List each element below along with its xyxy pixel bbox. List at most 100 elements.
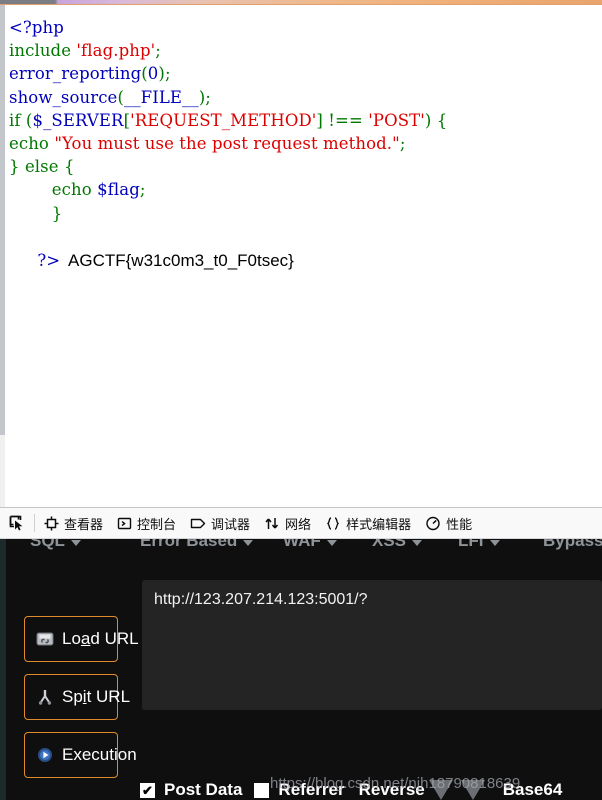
code-token: echo [9,180,98,200]
chevron-down-icon [326,539,337,546]
hackbar-menu-error-based-label: Error Based [140,539,238,550]
tab-network-label: 网络 [285,516,312,532]
tab-debugger-label: 调试器 [211,516,251,532]
code-token: ) { [424,110,448,130]
code-line: echo "You must use the post request meth… [9,132,447,155]
code-line: show_source(__FILE__); [9,86,447,109]
hackbar-menu-error-based[interactable]: Error Based [140,539,254,551]
code-line: if ($_SERVER['REQUEST_METHOD'] !== 'POST… [9,109,447,132]
code-token: } [9,203,63,223]
performance-icon [425,516,441,531]
network-icon [264,516,280,531]
code-token: show_source [9,87,118,107]
hackbar-menu-sql-label: SQL [30,539,65,550]
inspector-icon [44,516,59,531]
load-url-button[interactable]: Load URL [24,616,139,662]
execution-icon [35,746,55,764]
code-token: ; [139,180,146,200]
code-line: } else { [9,155,447,178]
code-line: echo $flag; [9,178,447,201]
code-token: <?php [9,18,64,37]
code-token: 'REQUEST_METHOD' [130,110,317,130]
code-line: include 'flag.php'; [9,39,447,62]
screenshot-root: <?php include 'flag.php'; error_reporting(… [0,0,602,800]
chevron-down-icon [70,539,81,546]
post-data-label: Post Data [164,780,243,799]
code-token: include [9,41,77,61]
php-closing-tag: ?> [37,251,61,270]
code-token: echo [9,134,55,154]
debugger-icon [190,516,206,531]
code-token: __FILE__ [123,87,199,107]
tab-style-editor-label: 样式编辑器 [346,516,412,532]
hackbar-menu-lfi[interactable]: LFI [458,539,500,551]
content-scrollbar-thumb[interactable] [0,5,5,435]
code-line: error_reporting(0); [9,62,447,85]
hackbar-menu-lfi-label: LFI [458,539,484,550]
tab-style-editor[interactable]: 样式编辑器 [318,507,418,539]
hackbar-menu-waf[interactable]: WAF [283,539,337,551]
style-editor-icon [325,516,341,531]
code-token: error_reporting [9,64,142,84]
code-token: 'POST' [368,110,425,130]
code-line: <?php [9,16,447,39]
reverse-dropdown-label[interactable]: Reverse [359,780,425,800]
chevron-down-icon[interactable] [460,780,485,800]
hackbar-panel: SQL Error Based WAF XSS LFI Bypasse [0,539,602,800]
post-data-checkbox[interactable]: ✔ [140,782,155,798]
code-token: 'flag.php' [76,41,156,61]
tab-console[interactable]: 控制台 [110,507,183,539]
hackbar-menu-xss-label: XSS [372,539,407,550]
referrer-label: Referrer [278,780,345,799]
code-line: } [9,202,447,225]
hackbar-menu-bypasses-label: Bypasse [543,539,602,550]
tab-console-label: 控制台 [137,516,177,532]
browser-content-pane: <?php include 'flag.php'; error_reporting(… [0,5,602,507]
code-token: ; [399,134,406,154]
execution-button[interactable]: Execution [24,732,137,778]
tab-debugger[interactable]: 调试器 [183,507,257,539]
tab-network[interactable]: 网络 [257,507,318,539]
tab-inspector[interactable]: 查看器 [37,507,110,539]
element-picker-icon[interactable] [0,507,34,539]
code-token: ); [198,87,211,107]
code-token: ] !== [316,110,369,130]
split-url-icon [35,688,55,706]
code-token: 0 [147,64,159,84]
flag-output-line: ?> AGCTF{w31c0m3_t0_F0tsec} [9,225,294,297]
hackbar-menu-sql[interactable]: SQL [30,539,81,551]
url-input[interactable]: http://123.207.214.123:5001/? [142,580,602,710]
php-source-code: <?php include 'flag.php'; error_reporting(… [9,16,447,225]
tab-performance-label: 性能 [446,516,473,532]
tab-performance[interactable]: 性能 [418,507,479,539]
hackbar-menu-row: SQL Error Based WAF XSS LFI Bypasse [0,539,602,561]
hackbar-menu-waf-label: WAF [283,539,321,550]
split-url-button-label: Spit URL [62,687,131,706]
code-token: if ( [9,110,33,130]
hackbar-menu-xss[interactable]: XSS [372,539,423,551]
console-icon [117,516,132,531]
split-url-button[interactable]: Spit URL [24,674,130,720]
hackbar-options-row: ✔ Post Data Referrer Reverse Base64 [0,773,602,800]
base64-dropdown-label[interactable]: Base64 [503,780,563,800]
hackbar-menu-bypasses[interactable]: Bypasse [543,539,602,551]
tab-inspector-label: 查看器 [64,516,104,532]
chevron-down-icon [489,539,500,546]
content-scrollbar-track[interactable] [0,5,5,507]
url-input-value: http://123.207.214.123:5001/? [154,591,368,608]
code-token: ); [158,64,171,84]
chevron-down-icon [243,539,254,546]
referrer-checkbox[interactable] [254,782,270,798]
hackbar-body: Load URL Spit URL Execution http://123.2… [0,561,602,800]
code-token: } else { [9,157,75,177]
code-token: $flag [97,180,140,200]
flag-value: AGCTF{w31c0m3_t0_F0tsec} [68,251,294,270]
load-url-icon [35,630,55,648]
chevron-down-icon[interactable] [428,780,453,800]
code-token: "You must use the post request method." [54,134,400,154]
devtools-toolbar: 查看器 控制台 调试器 网络 样式编辑器 性能 [0,507,602,539]
code-token: ; [155,41,161,61]
code-token: $_SERVER [32,110,124,130]
execution-button-label: Execution [62,745,137,764]
chevron-down-icon [412,539,423,546]
